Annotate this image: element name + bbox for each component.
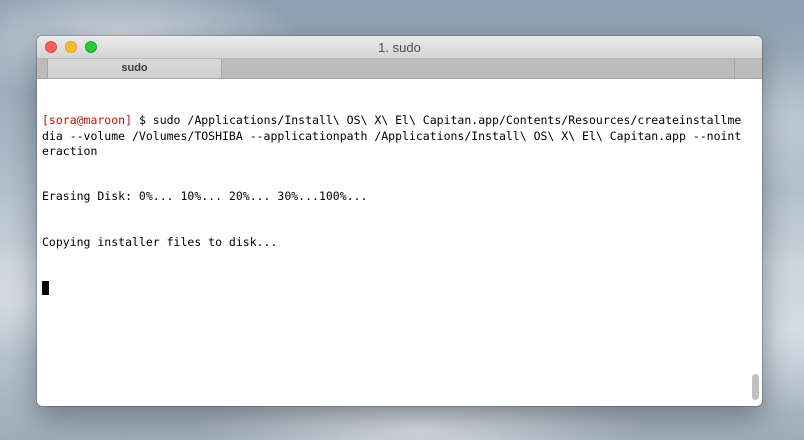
command-text: $ sudo /Applications/Install\ OS\ X\ El\… — [42, 113, 742, 158]
output-line: Copying installer files to disk... — [42, 235, 278, 250]
cursor-line — [42, 280, 747, 296]
title-bar[interactable]: 1. sudo — [37, 36, 762, 59]
text-cursor — [42, 280, 49, 295]
window-title: 1. sudo — [378, 40, 421, 55]
tab-bar: sudo — [37, 59, 762, 79]
command-line: [sora@maroon] $ sudo /Applications/Insta… — [42, 113, 747, 159]
new-tab-area[interactable] — [734, 59, 754, 78]
shell-prompt: [sora@maroon] — [42, 113, 133, 128]
output-line: Erasing Disk: 0%... 10%... 20%... 30%...… — [42, 189, 368, 204]
terminal-content[interactable]: [sora@maroon] $ sudo /Applications/Insta… — [37, 78, 762, 406]
terminal-window: 1. sudo sudo [sora@maroon] $ sudo /Appli… — [37, 36, 762, 406]
scrollbar-thumb[interactable] — [752, 374, 759, 400]
tab-sudo[interactable]: sudo — [47, 59, 222, 78]
